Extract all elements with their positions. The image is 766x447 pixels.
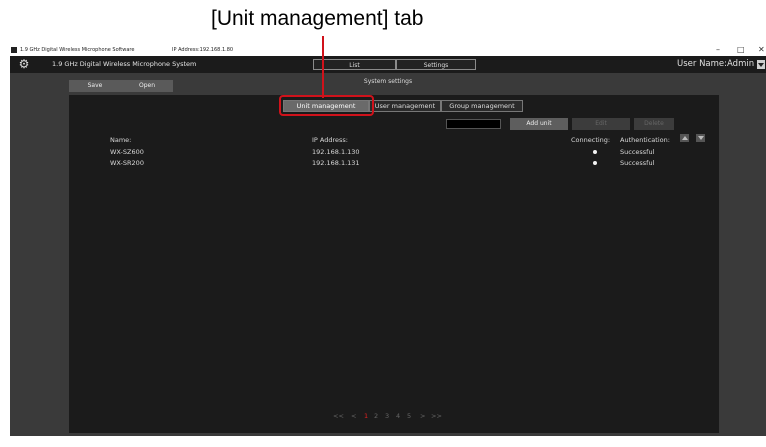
page-3[interactable]: 3 (385, 412, 389, 420)
minimize-button[interactable]: – (716, 45, 720, 54)
header-connecting: Connecting: (571, 136, 611, 144)
page-4[interactable]: 4 (396, 412, 400, 420)
top-bar: ⚙ 1.9 GHz Digital Wireless Microphone Sy… (10, 56, 766, 73)
close-button[interactable]: ✕ (758, 45, 765, 54)
header-authentication: Authentication: (620, 136, 670, 144)
tab-list[interactable]: List (313, 59, 396, 70)
window-title: 1.9 GHz Digital Wireless Microphone Soft… (20, 47, 135, 53)
gear-icon[interactable]: ⚙ (17, 57, 31, 71)
callout-label: [Unit management] tab (211, 7, 424, 30)
bottom-strip (10, 436, 766, 447)
row-1-authentication: Successful (620, 148, 655, 156)
tab-user-management[interactable]: User management (369, 100, 441, 112)
user-name[interactable]: User Name:Admin (677, 59, 754, 69)
page-1[interactable]: 1 (364, 412, 368, 420)
page-next[interactable]: > (420, 412, 425, 420)
app-icon (11, 47, 17, 53)
callout-area: [Unit management] tab (0, 0, 766, 45)
triangle-down-icon[interactable] (696, 134, 705, 142)
page-first[interactable]: << (333, 412, 344, 420)
maximize-button[interactable]: □ (737, 45, 745, 54)
ip-address-label: IP Address:192.168.1.80 (172, 47, 234, 53)
edit-button[interactable]: Edit (572, 118, 630, 130)
callout-line (322, 36, 324, 98)
header-name: Name: (110, 136, 132, 144)
settings-panel (69, 95, 719, 433)
triangle-up-icon[interactable] (680, 134, 689, 142)
row-1-connection-indicator (593, 150, 597, 154)
system-name: 1.9 GHz Digital Wireless Microphone Syst… (52, 60, 197, 68)
row-2-authentication: Successful (620, 159, 655, 167)
add-unit-button[interactable]: Add unit (510, 118, 568, 130)
row-2-name: WX-SR200 (110, 159, 144, 167)
page-2[interactable]: 2 (374, 412, 378, 420)
header-ip: IP Address: (312, 136, 348, 144)
tab-settings[interactable]: Settings (396, 59, 476, 70)
row-2-connection-indicator (593, 161, 597, 165)
window-titlebar: 1.9 GHz Digital Wireless Microphone Soft… (0, 45, 766, 56)
highlight-frame (279, 95, 374, 116)
row-2-ip: 192.168.1.131 (312, 159, 360, 167)
tab-group-management[interactable]: Group management (441, 100, 523, 112)
app-window: ⚙ 1.9 GHz Digital Wireless Microphone Sy… (10, 56, 766, 436)
search-input[interactable] (446, 119, 501, 129)
page-last[interactable]: >> (431, 412, 442, 420)
delete-button[interactable]: Delete (634, 118, 674, 130)
section-title: System settings (363, 78, 413, 85)
row-1-name: WX-SZ600 (110, 148, 144, 156)
row-1-ip: 192.168.1.130 (312, 148, 360, 156)
chevron-down-icon[interactable] (757, 60, 765, 69)
page-prev[interactable]: < (351, 412, 356, 420)
page-5[interactable]: 5 (407, 412, 411, 420)
